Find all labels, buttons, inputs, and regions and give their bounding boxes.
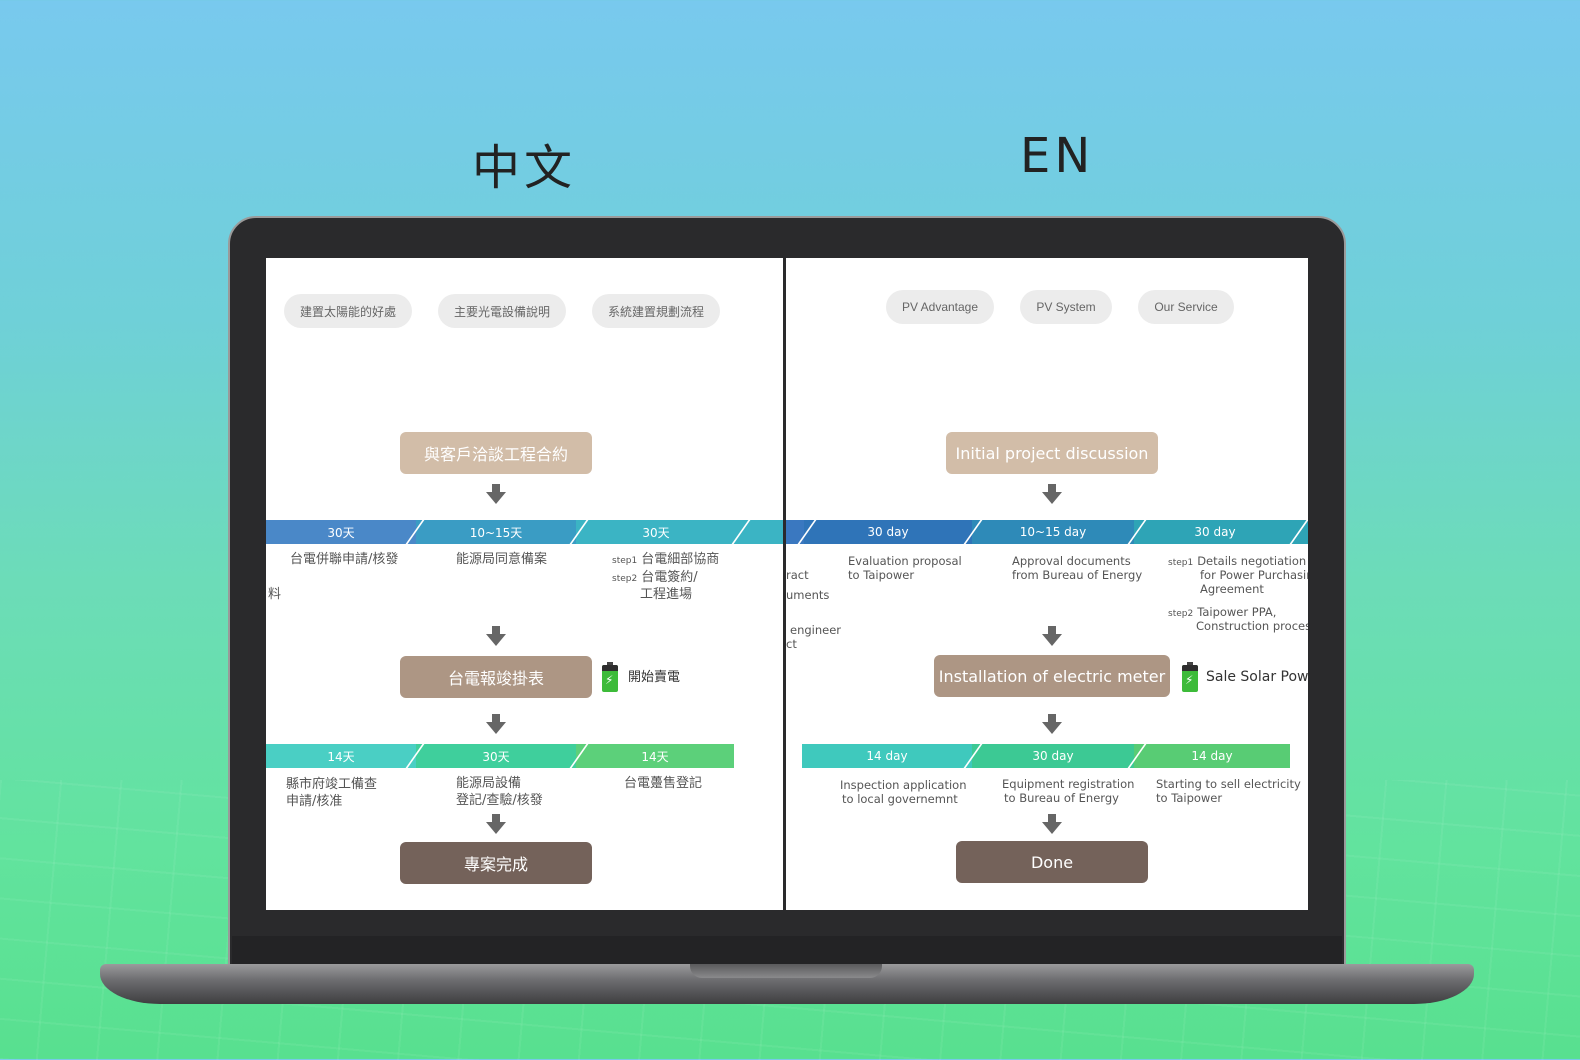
screen-chinese: 建置太陽能的好處 主要光電設備說明 系統建置規劃流程 與客戶洽談工程合約 30天… — [266, 258, 783, 910]
timeline-bar-segment: 30天 — [266, 520, 416, 544]
step-text: 登記/查驗/核發 — [456, 793, 543, 808]
step-text: to local governemnt — [842, 792, 958, 806]
timeline-bar-segment: 14天 — [266, 744, 416, 768]
step-text: 工程進場 — [640, 587, 693, 602]
laptop-bezel — [232, 936, 1342, 964]
step-text: Equipment registration — [1002, 777, 1135, 791]
step-text: 能源局同意備案 — [456, 552, 548, 567]
step-text: 能源局設備 — [456, 776, 522, 791]
step-meter-box: 台電報竣掛表 — [400, 656, 592, 698]
step-text: Agreement — [1200, 582, 1264, 596]
tab-pv-advantage[interactable]: PV Advantage — [886, 290, 994, 324]
step-text: ct — [786, 637, 797, 651]
timeline-bar-segment: 30天 — [576, 520, 736, 544]
heading-chinese: 中文 — [472, 140, 577, 196]
step-text: Construction proces — [1196, 619, 1308, 633]
tab-benefits[interactable]: 建置太陽能的好處 — [284, 294, 412, 328]
step-text: ract — [786, 568, 809, 582]
step-discussion-box: Initial project discussion — [946, 432, 1158, 474]
battery-icon: ⚡ — [1182, 662, 1198, 692]
step-text: from Bureau of Energy — [1012, 568, 1143, 582]
step-text: 縣市府竣工備查 — [286, 777, 378, 792]
timeline-bar-segment: 30 day — [972, 744, 1134, 768]
tab-process[interactable]: 系統建置規劃流程 — [592, 294, 720, 328]
arrow-down-icon — [486, 814, 506, 838]
arrow-down-icon — [486, 714, 506, 738]
step-text: to Taipower — [848, 568, 915, 582]
arrow-down-icon — [486, 484, 506, 508]
arrow-down-icon — [1042, 484, 1062, 508]
step-text: 台電躉售登記 — [624, 776, 703, 791]
heading-english: EN — [1020, 128, 1095, 184]
step-text: to Taipower — [1156, 791, 1223, 805]
timeline-bar-segment: 30 day — [1134, 520, 1296, 544]
step-text: engineer — [790, 623, 842, 637]
tab-equipment[interactable]: 主要光電設備說明 — [438, 294, 566, 328]
timeline-bar-segment: 10~15天 — [416, 520, 576, 544]
laptop-notch — [690, 964, 882, 978]
step-text: uments — [786, 588, 830, 602]
step-text: 申請/核准 — [286, 794, 343, 809]
arrow-down-icon — [486, 626, 506, 650]
battery-icon: ⚡ — [602, 662, 618, 692]
step-done-box: 專案完成 — [400, 842, 592, 884]
arrow-down-icon — [1042, 714, 1062, 738]
sell-label: 開始賣電 — [628, 670, 681, 685]
timeline-bar-segment: 30 day — [804, 520, 972, 544]
step-contract-box: 與客戶洽談工程合約 — [400, 432, 592, 474]
timeline-bar-segment: 14天 — [576, 744, 734, 768]
step-text: to Bureau of Energy — [1004, 791, 1119, 805]
timeline-bar-segment: 14 day — [802, 744, 972, 768]
step-done-box: Done — [956, 841, 1148, 883]
arrow-down-icon — [1042, 626, 1062, 650]
step-text: 料 — [268, 587, 282, 602]
step-text: Evaluation proposal — [848, 554, 962, 568]
step-meter-box: Installation of electric meter — [934, 655, 1170, 697]
timeline-bar-segment — [736, 520, 783, 544]
laptop-screen: 建置太陽能的好處 主要光電設備說明 系統建置規劃流程 與客戶洽談工程合約 30天… — [266, 258, 1308, 910]
step-text: step1 台電細部協商 — [612, 552, 720, 567]
step-text: Inspection application — [840, 778, 967, 792]
step-text: 台電併聯申請/核發 — [290, 552, 399, 567]
timeline-bar-segment: 10~15 day — [972, 520, 1134, 544]
timeline-bar-segment: 14 day — [1134, 744, 1290, 768]
tab-pv-system[interactable]: PV System — [1020, 290, 1112, 324]
screen-english: PV Advantage PV System Our Service Initi… — [786, 258, 1308, 910]
timeline-bar-segment: 30天 — [416, 744, 576, 768]
step-text: Approval documents — [1012, 554, 1131, 568]
arrow-down-icon — [1042, 814, 1062, 838]
step-text: Starting to sell electricity — [1156, 777, 1301, 791]
sell-label: Sale Solar Powe — [1206, 669, 1308, 685]
step-text: for Power Purchasin — [1200, 568, 1308, 582]
tab-our-service[interactable]: Our Service — [1138, 290, 1234, 324]
